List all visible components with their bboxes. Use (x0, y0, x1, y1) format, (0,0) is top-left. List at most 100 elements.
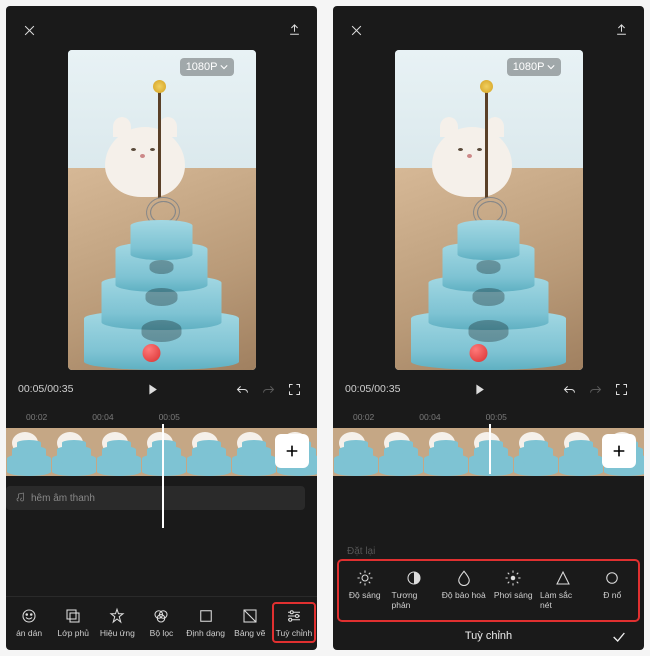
clip-thumbnail[interactable] (333, 428, 378, 476)
timeline-ruler[interactable]: 00:02 00:04 00:05 (333, 406, 644, 424)
tool-label: Định dạng (186, 628, 225, 638)
music-note-icon (14, 492, 26, 504)
ruler-mark: 00:02 (26, 412, 47, 422)
adjust-sharpen[interactable]: Làm sắc nét (539, 565, 587, 614)
clip-thumbnail[interactable] (468, 428, 513, 476)
close-button[interactable] (345, 19, 367, 41)
adjust-saturation[interactable]: Độ bảo hoà (440, 565, 488, 614)
export-button[interactable] (610, 19, 632, 41)
clip-thumbnail[interactable] (423, 428, 468, 476)
tool-label: Lớp phủ (57, 628, 89, 638)
add-clip-button[interactable] (275, 434, 309, 468)
editor-screen-adjust: 1080P 00:05/00:35 00:02 00:04 00:05 (333, 6, 644, 650)
adjust-confirm-bar: Tuỳ chỉnh (333, 624, 644, 650)
video-preview[interactable]: 1080P (68, 50, 256, 370)
tool-label: Hiệu ứng (100, 628, 135, 638)
undo-button[interactable] (558, 378, 580, 400)
tool-sticker[interactable]: án dán (8, 603, 50, 642)
overlay-icon (64, 607, 82, 625)
tool-canvas[interactable]: Bảng vẽ (229, 603, 271, 642)
saturation-icon (455, 569, 473, 587)
adjust-options-row: Độ sáng Tương phản Độ bảo hoà Phơi sáng … (341, 565, 636, 614)
editor-screen-main: 1080P 00:05/00:35 00:02 00:04 00:05 (6, 6, 317, 650)
adjust-label: Phơi sáng (494, 590, 533, 600)
preview-area: 1080P (333, 50, 644, 370)
timecode: 00:05/00:35 (18, 383, 73, 395)
adjust-label: Độ bảo hoà (442, 590, 486, 600)
redo-button[interactable] (257, 378, 279, 400)
tool-bar: án dán Lớp phủ Hiệu ứng Bộ lọc Định dạng… (6, 596, 317, 650)
clip-thumbnail[interactable] (96, 428, 141, 476)
preview-area: 1080P (6, 50, 317, 370)
adjust-label: Làm sắc nét (540, 590, 586, 610)
clip-thumbnail[interactable] (51, 428, 96, 476)
ruler-mark: 00:05 (486, 412, 507, 422)
export-button[interactable] (283, 19, 305, 41)
ruler-mark: 00:02 (353, 412, 374, 422)
redo-button[interactable] (584, 378, 606, 400)
transport-bar: 00:05/00:35 (6, 370, 317, 406)
adjust-reset-button[interactable]: Đặt lại (333, 542, 644, 559)
sticker-icon (20, 607, 38, 625)
adjust-label: Tương phản (392, 590, 438, 610)
fullscreen-button[interactable] (610, 378, 632, 400)
ruler-mark: 00:04 (419, 412, 440, 422)
tool-adjust[interactable]: Tuỳ chỉnh (273, 603, 315, 642)
play-button[interactable] (468, 378, 490, 400)
close-button[interactable] (18, 19, 40, 41)
top-bar (6, 6, 317, 50)
fullscreen-button[interactable] (283, 378, 305, 400)
clip-thumbnail[interactable] (141, 428, 186, 476)
top-bar (333, 6, 644, 50)
highlight-icon (603, 569, 621, 587)
adjust-panel: Đặt lại Độ sáng Tương phản Độ bảo hoà Ph… (333, 536, 644, 650)
adjust-label: Độ sáng (349, 590, 381, 600)
clip-track[interactable] (6, 428, 317, 476)
clip-thumbnail[interactable] (558, 428, 603, 476)
undo-button[interactable] (231, 378, 253, 400)
adjust-more[interactable]: Đ nổ (589, 565, 637, 614)
clip-thumbnail[interactable] (513, 428, 558, 476)
adjust-brightness[interactable]: Độ sáng (341, 565, 389, 614)
tool-filter[interactable]: Bộ lọc (140, 603, 182, 642)
adjust-exposure[interactable]: Phơi sáng (490, 565, 538, 614)
timeline-ruler[interactable]: 00:02 00:04 00:05 (6, 406, 317, 424)
transport-bar: 00:05/00:35 (333, 370, 644, 406)
tool-format[interactable]: Định dạng (185, 603, 227, 642)
contrast-icon (405, 569, 423, 587)
tool-overlay[interactable]: Lớp phủ (52, 603, 94, 642)
resolution-label: 1080P (513, 61, 545, 73)
add-clip-button[interactable] (602, 434, 636, 468)
playhead[interactable] (489, 424, 491, 474)
clip-thumbnail[interactable] (231, 428, 276, 476)
canvas-icon (241, 607, 259, 625)
exposure-icon (504, 569, 522, 587)
adjust-label: Đ nổ (603, 590, 621, 600)
timecode: 00:05/00:35 (345, 383, 400, 395)
clip-thumbnail[interactable] (378, 428, 423, 476)
brightness-icon (356, 569, 374, 587)
adjust-contrast[interactable]: Tương phản (391, 565, 439, 614)
tool-label: án dán (16, 628, 42, 638)
ruler-mark: 00:05 (159, 412, 180, 422)
clip-track[interactable] (333, 428, 644, 476)
filter-icon (152, 607, 170, 625)
audio-track[interactable]: hêm âm thanh (6, 486, 305, 510)
resolution-badge[interactable]: 1080P (507, 58, 561, 76)
adjust-title: Tuỳ chỉnh (465, 630, 512, 642)
clip-thumbnail[interactable] (6, 428, 51, 476)
tool-effect[interactable]: Hiệu ứng (96, 603, 138, 642)
video-preview[interactable]: 1080P (395, 50, 583, 370)
audio-track-label: hêm âm thanh (31, 493, 95, 504)
sliders-icon (285, 607, 303, 625)
playhead[interactable] (162, 424, 164, 528)
ruler-mark: 00:04 (92, 412, 113, 422)
confirm-button[interactable] (610, 628, 628, 646)
play-button[interactable] (141, 378, 163, 400)
clip-thumbnail[interactable] (186, 428, 231, 476)
tool-label: Bộ lọc (150, 628, 174, 638)
format-icon (197, 607, 215, 625)
tool-label: Bảng vẽ (234, 628, 265, 638)
resolution-badge[interactable]: 1080P (180, 58, 234, 76)
sharpen-icon (554, 569, 572, 587)
